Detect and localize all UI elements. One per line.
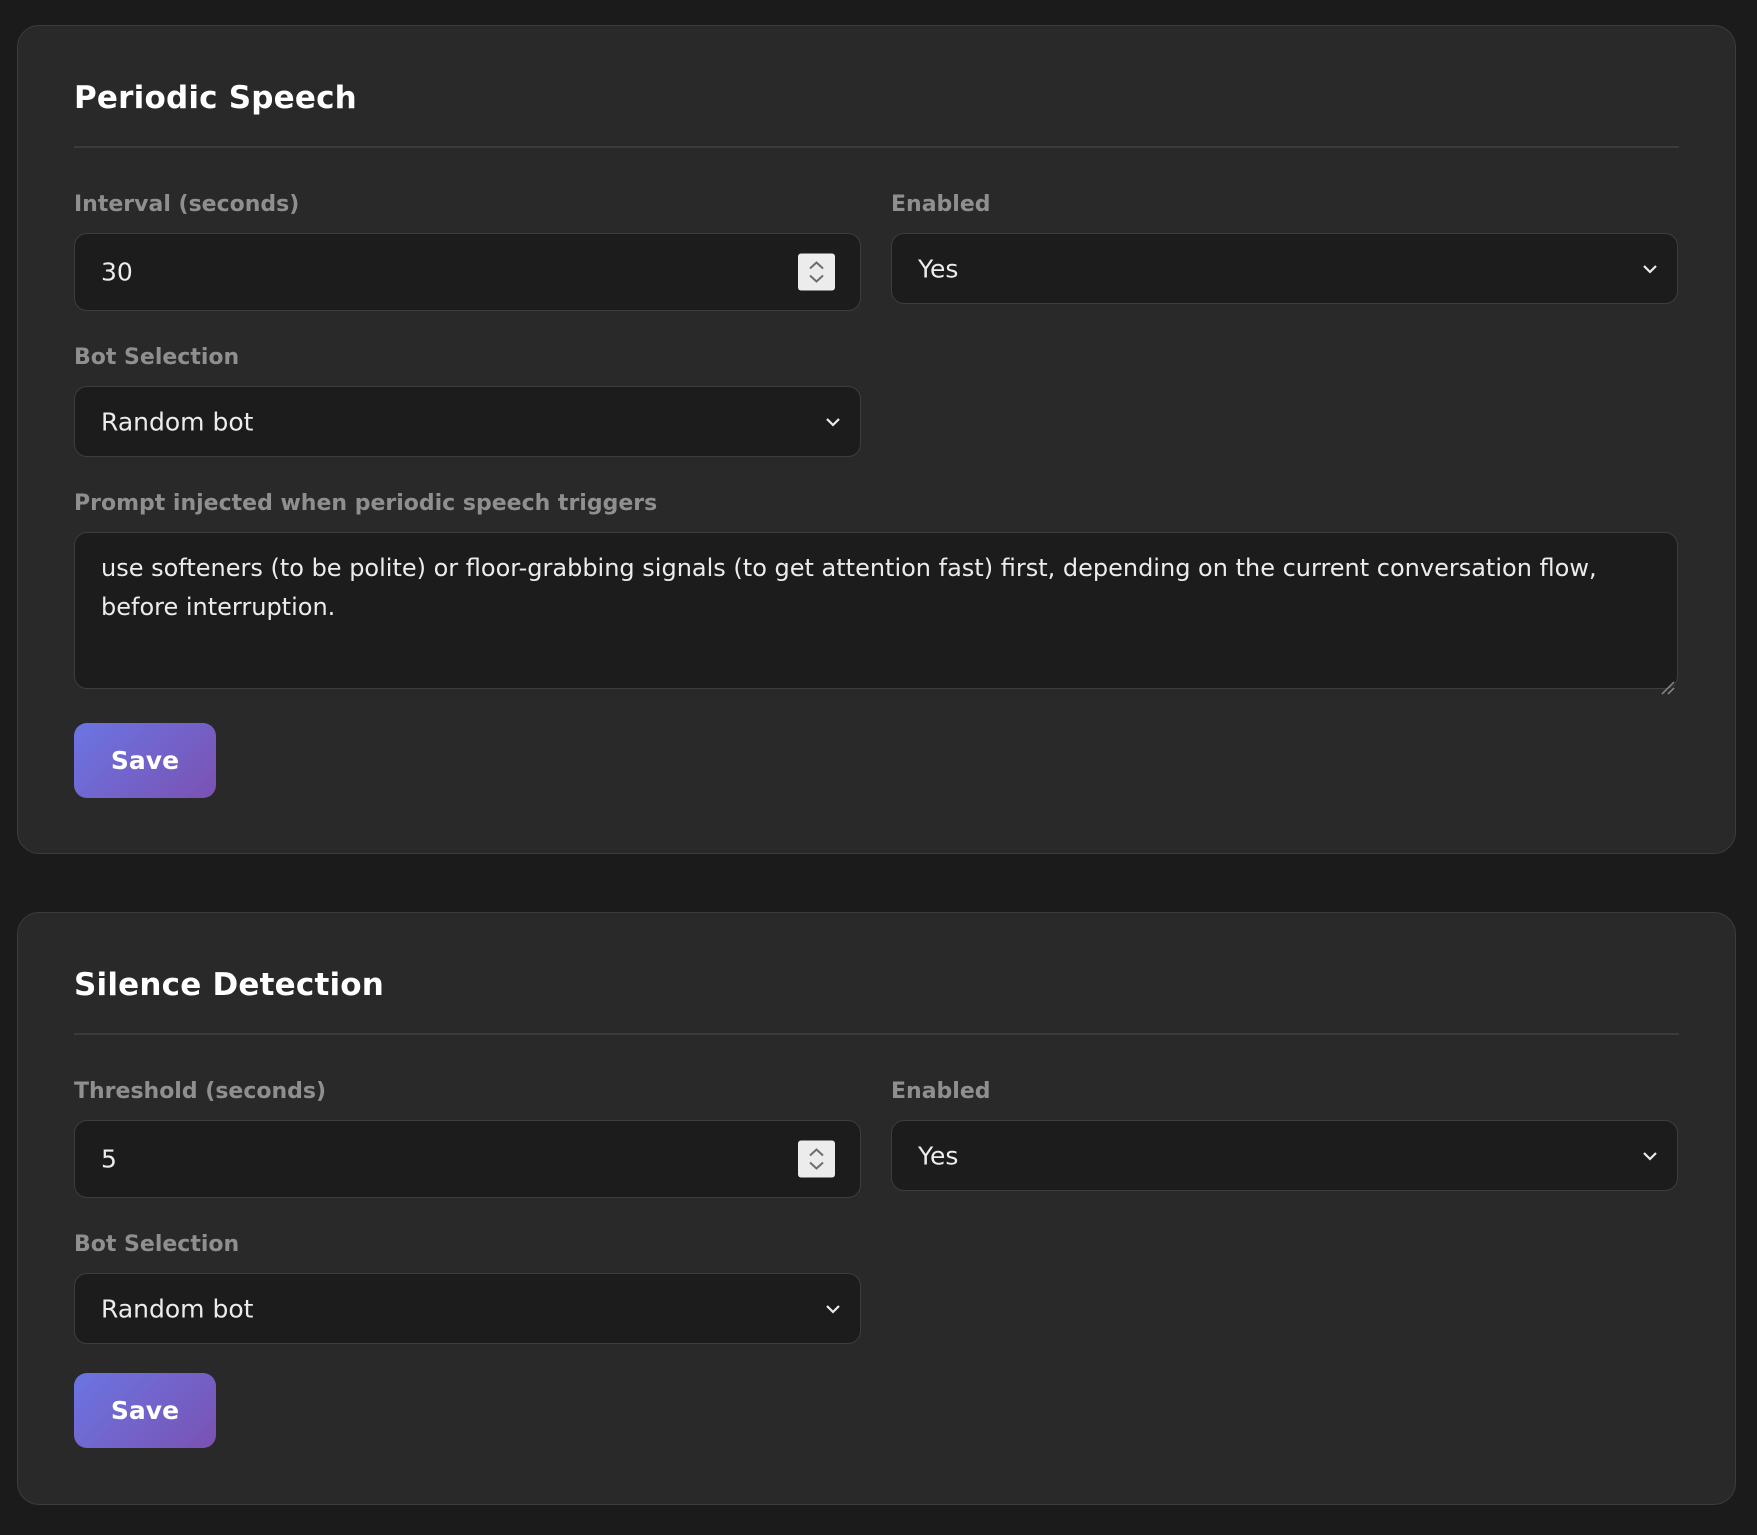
threshold-label: Threshold (seconds) bbox=[74, 1079, 327, 1104]
interval-input[interactable]: 30 bbox=[74, 233, 861, 311]
prompt-value: use softeners (to be polite) or floor-gr… bbox=[101, 554, 1597, 621]
silence-save-button[interactable]: Save bbox=[74, 1373, 216, 1448]
chevron-down-icon bbox=[1641, 1150, 1659, 1162]
bot-selection-value: Random bot bbox=[101, 1294, 254, 1323]
periodic-speech-title: Periodic Speech bbox=[74, 80, 357, 116]
enabled-select[interactable]: Yes bbox=[891, 1120, 1678, 1191]
bot-selection-value: Random bot bbox=[101, 407, 254, 436]
periodic-speech-panel: Periodic Speech Interval (seconds) 30 En… bbox=[17, 25, 1736, 854]
enabled-label: Enabled bbox=[891, 192, 991, 217]
spinner-arrows-icon[interactable] bbox=[798, 1140, 835, 1178]
resize-grip-icon[interactable] bbox=[1657, 668, 1675, 695]
spinner-arrows-icon[interactable] bbox=[798, 253, 835, 291]
silence-detection-title: Silence Detection bbox=[74, 967, 385, 1003]
bot-selection-select[interactable]: Random bot bbox=[74, 386, 861, 457]
bot-selection-select[interactable]: Random bot bbox=[74, 1273, 861, 1344]
silence-detection-panel: Silence Detection Threshold (seconds) 5 … bbox=[17, 912, 1736, 1505]
enabled-select[interactable]: Yes bbox=[891, 233, 1678, 304]
enabled-label: Enabled bbox=[891, 1079, 991, 1104]
title-divider bbox=[74, 146, 1679, 148]
threshold-input[interactable]: 5 bbox=[74, 1120, 861, 1198]
interval-value: 30 bbox=[101, 257, 133, 287]
chevron-down-icon bbox=[824, 1303, 842, 1315]
prompt-label: Prompt injected when periodic speech tri… bbox=[74, 491, 658, 516]
title-divider bbox=[74, 1033, 1679, 1035]
chevron-down-icon bbox=[824, 416, 842, 428]
threshold-value: 5 bbox=[101, 1144, 117, 1174]
enabled-value: Yes bbox=[918, 254, 959, 283]
interval-label: Interval (seconds) bbox=[74, 192, 300, 217]
bot-selection-label: Bot Selection bbox=[74, 1232, 240, 1257]
bot-selection-label: Bot Selection bbox=[74, 345, 240, 370]
enabled-value: Yes bbox=[918, 1141, 959, 1170]
chevron-down-icon bbox=[1641, 263, 1659, 275]
periodic-save-button[interactable]: Save bbox=[74, 723, 216, 798]
prompt-textarea[interactable]: use softeners (to be polite) or floor-gr… bbox=[74, 532, 1678, 695]
